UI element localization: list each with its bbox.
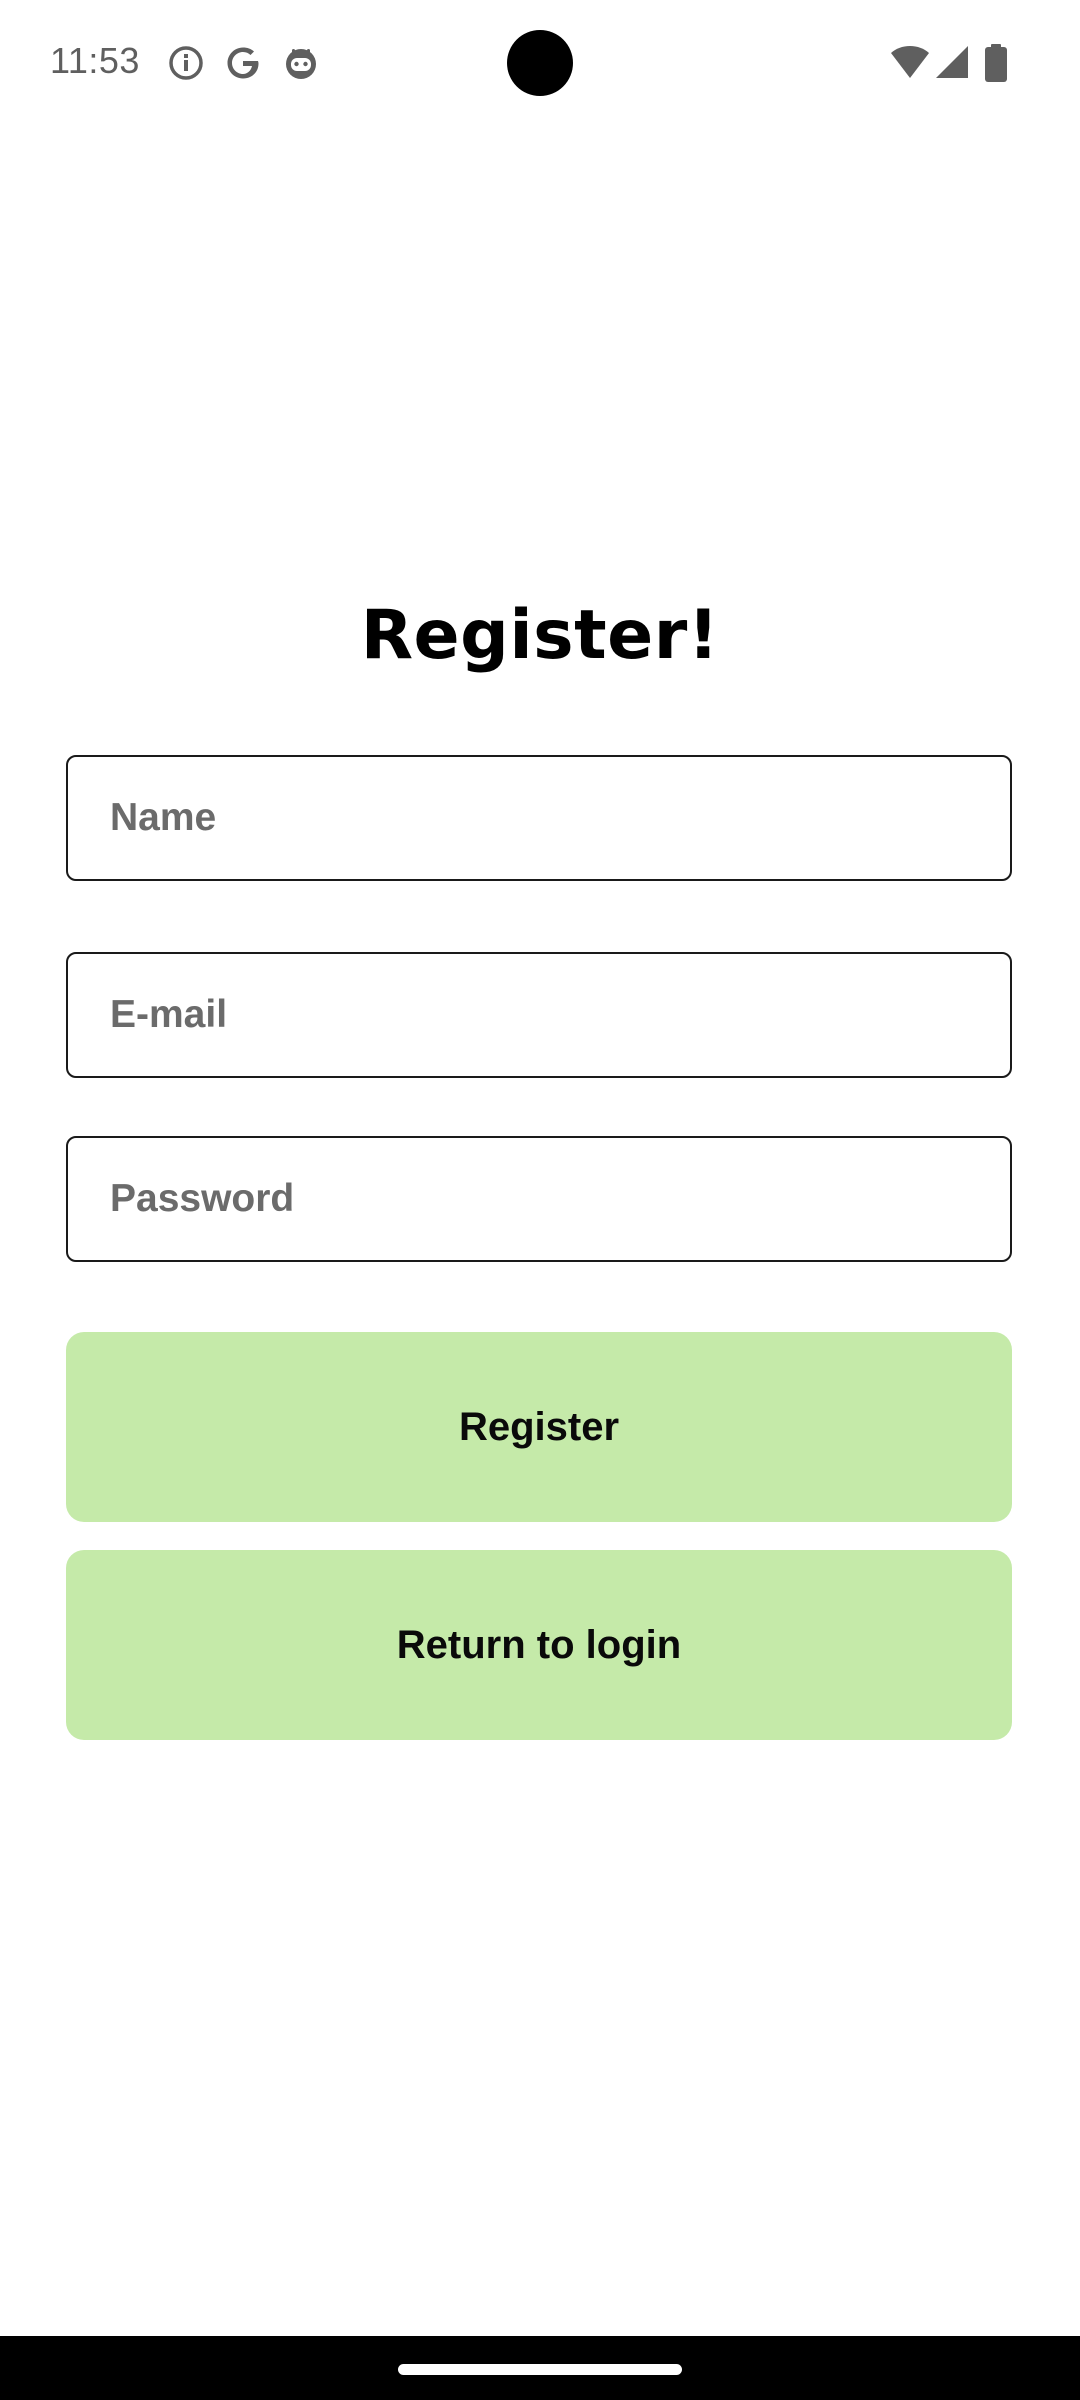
password-field[interactable] [68,1138,1010,1260]
wifi-icon [891,46,929,78]
register-screen: 11:53 Register! Name E-mail Register Ret… [0,0,1080,2400]
home-gesture-handle[interactable] [398,2364,682,2375]
return-to-login-button[interactable]: Return to login [66,1550,1012,1740]
register-button[interactable]: Register [66,1332,1012,1522]
page-title: Register! [360,596,720,675]
cell-signal-icon [936,46,968,78]
email-field-container [66,952,1012,1078]
info-icon [169,46,203,80]
name-field-container [66,755,1012,881]
android-face-icon [286,49,316,79]
google-g-icon [227,47,259,79]
password-field-container [66,1136,1012,1262]
email-field[interactable] [68,954,1010,1076]
battery-icon [985,44,1007,82]
name-field[interactable] [68,757,1010,879]
status-bar: 11:53 [0,0,1080,128]
status-time: 11:53 [50,40,140,81]
camera-cutout [507,30,573,96]
